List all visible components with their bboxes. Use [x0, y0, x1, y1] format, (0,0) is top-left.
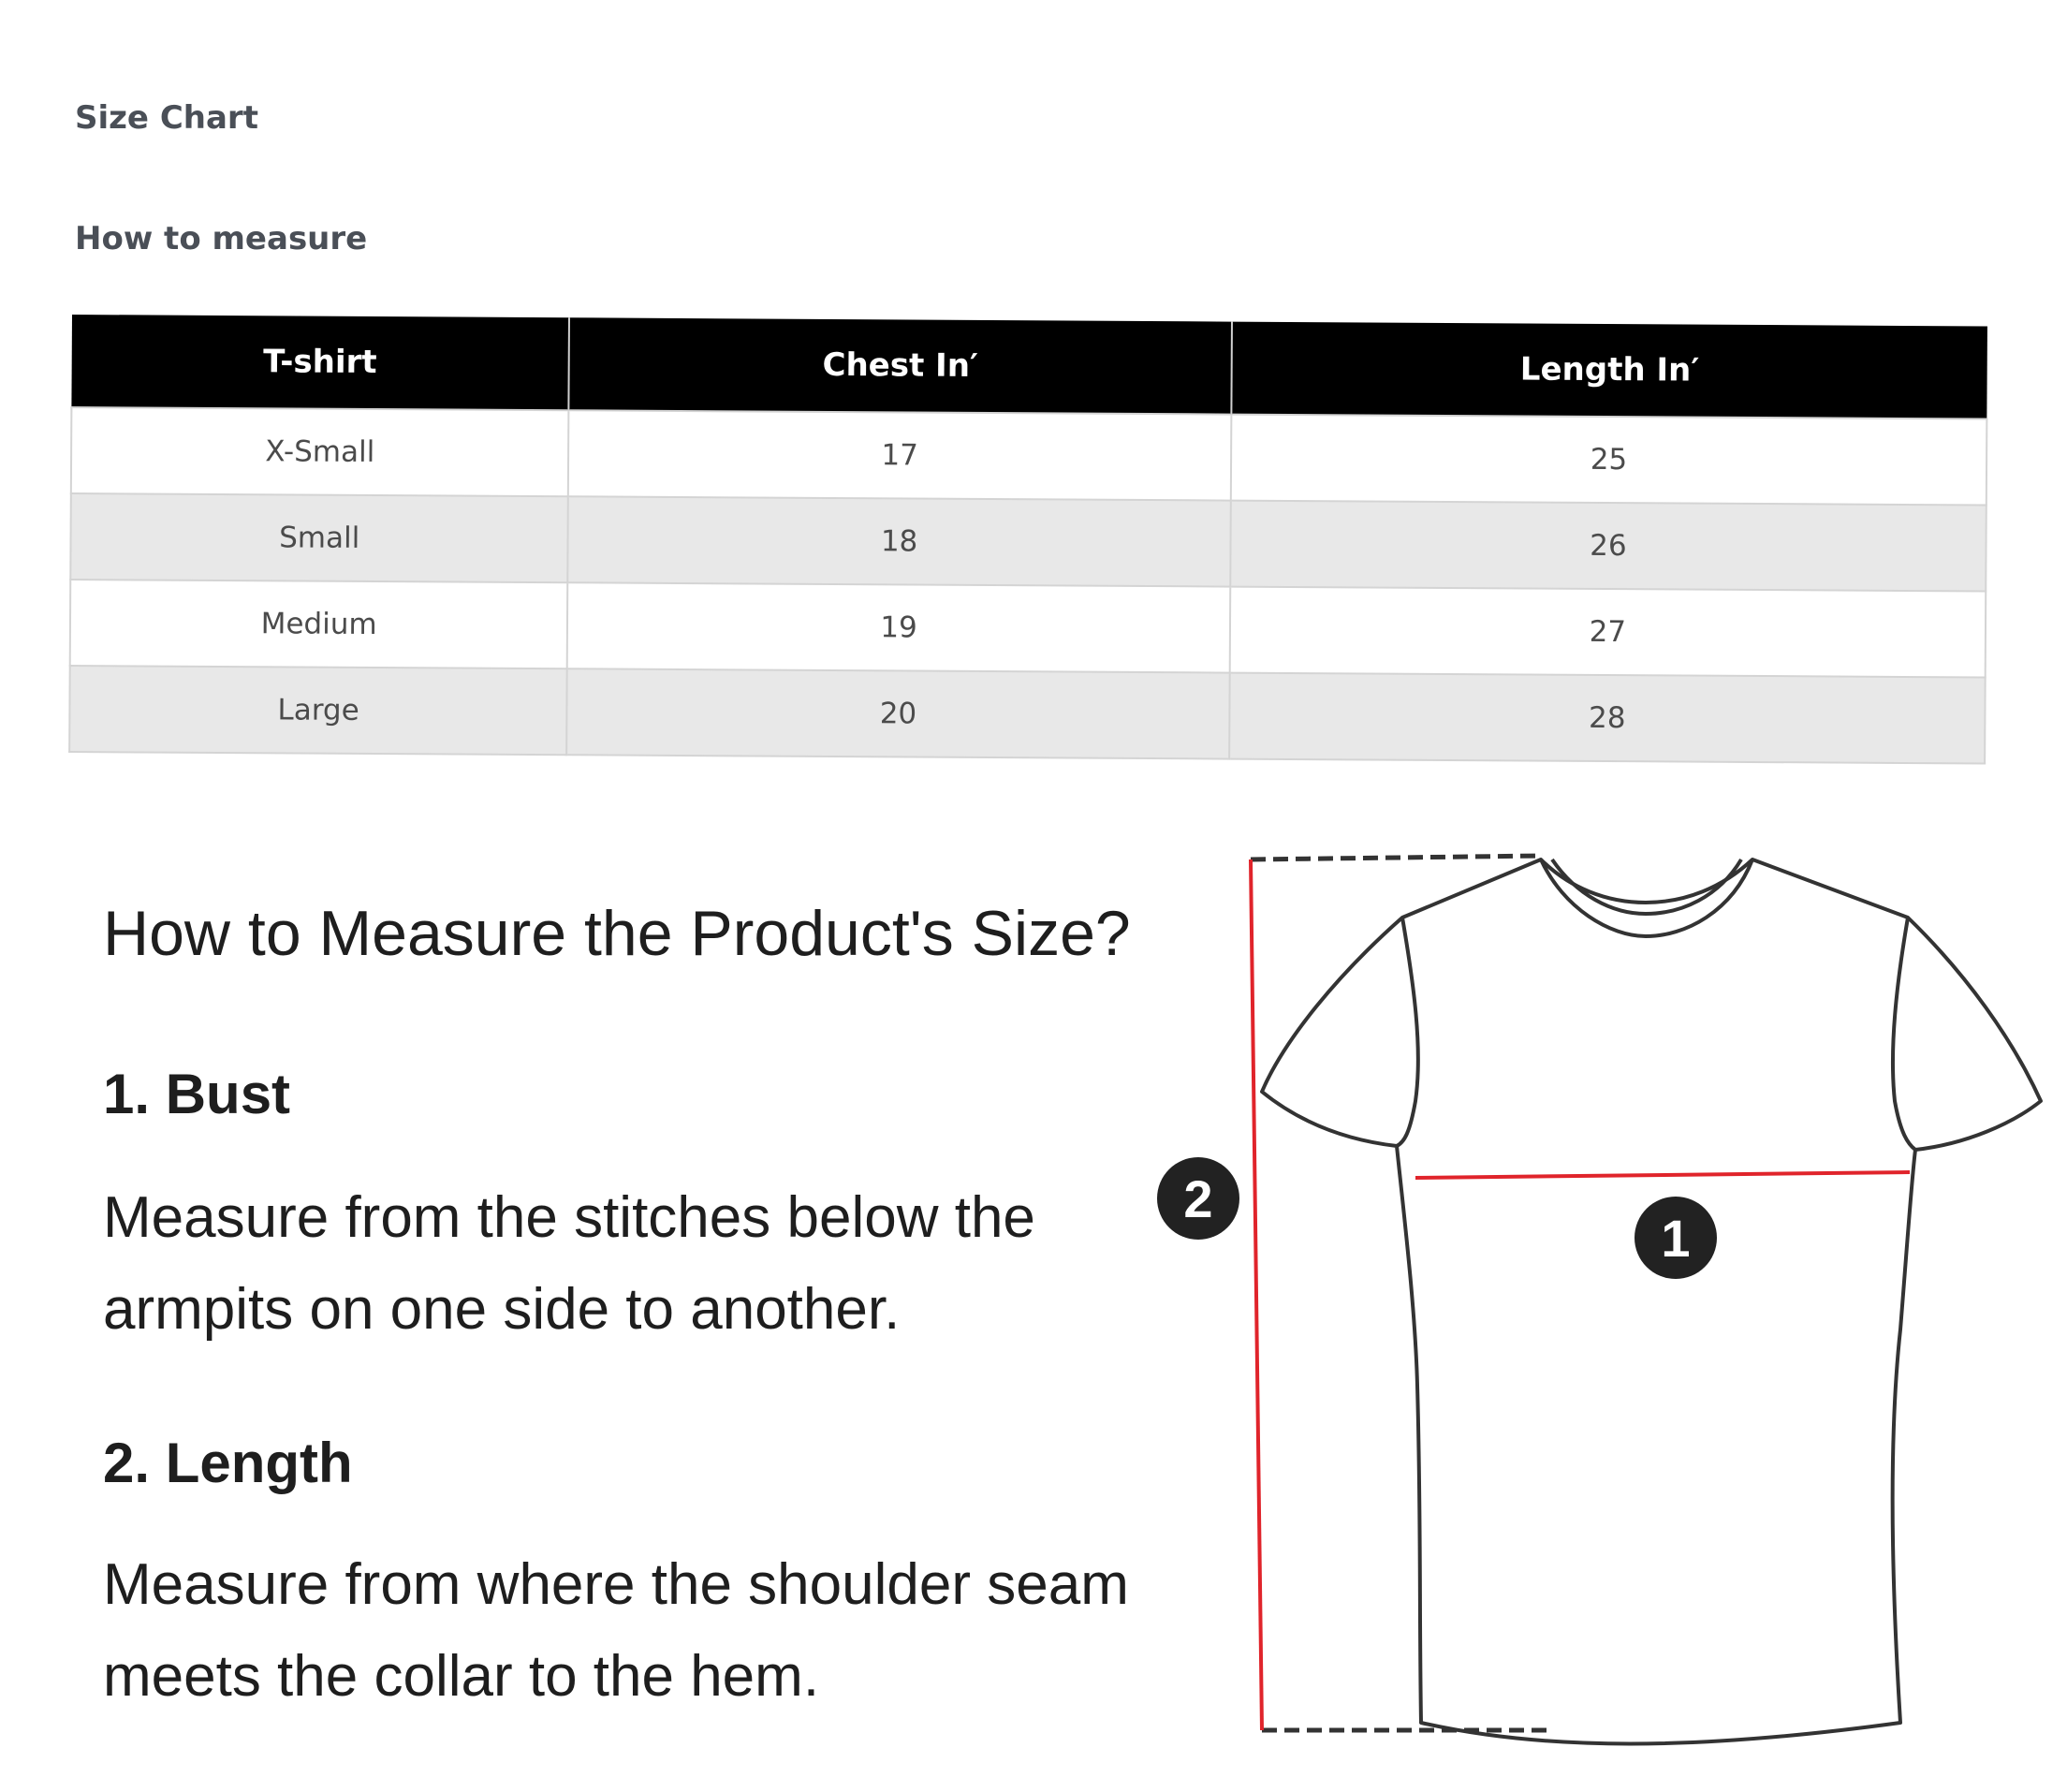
marker-1-icon: 1 — [1635, 1197, 1717, 1279]
size-chart-tab[interactable]: Size Chart — [75, 99, 258, 137]
table-row: X-Small 17 25 — [70, 407, 1987, 506]
chest-cell: 20 — [566, 668, 1230, 759]
table-row: Medium 19 27 — [69, 580, 1986, 678]
size-cell: X-Small — [70, 407, 569, 497]
marker-2-icon: 2 — [1157, 1157, 1239, 1240]
table-row: Large 20 28 — [69, 665, 1986, 764]
length-instructions: Measure from where the shoulder seam mee… — [103, 1552, 1129, 1709]
length-cell: 25 — [1230, 414, 1987, 506]
guide-title: How to Measure the Product's Size? — [103, 898, 1131, 969]
length-cell: 27 — [1229, 586, 1986, 678]
bust-instructions: Measure from the stitches below the armp… — [103, 1185, 1035, 1342]
svg-text:1: 1 — [1661, 1209, 1690, 1268]
length-cell: 28 — [1228, 672, 1986, 764]
tshirt-outline-icon — [1260, 858, 2043, 1746]
column-header-length: Length In′ — [1231, 321, 1987, 419]
length-heading: 2. Length — [103, 1432, 353, 1494]
svg-text:2: 2 — [1183, 1169, 1212, 1228]
table-header-row: T-shirt Chest In′ Length In′ — [71, 315, 1987, 419]
bust-heading: 1. Bust — [103, 1063, 291, 1125]
tshirt-measure-diagram: 2 1 — [1157, 853, 2043, 1746]
size-cell: Large — [69, 665, 568, 756]
size-cell: Small — [70, 493, 569, 583]
column-header-tshirt: T-shirt — [71, 315, 570, 411]
chest-cell: 18 — [567, 496, 1231, 587]
column-header-chest: Chest In′ — [568, 317, 1232, 415]
length-cell: 26 — [1230, 500, 1986, 592]
size-cell: Medium — [69, 580, 568, 669]
chest-cell: 17 — [568, 410, 1232, 501]
how-to-measure-tab[interactable]: How to measure — [75, 220, 367, 257]
table-row: Small 18 26 — [70, 493, 1986, 592]
size-chart-table: T-shirt Chest In′ Length In′ X-Small 17 … — [68, 315, 1988, 765]
chest-cell: 19 — [567, 582, 1231, 673]
